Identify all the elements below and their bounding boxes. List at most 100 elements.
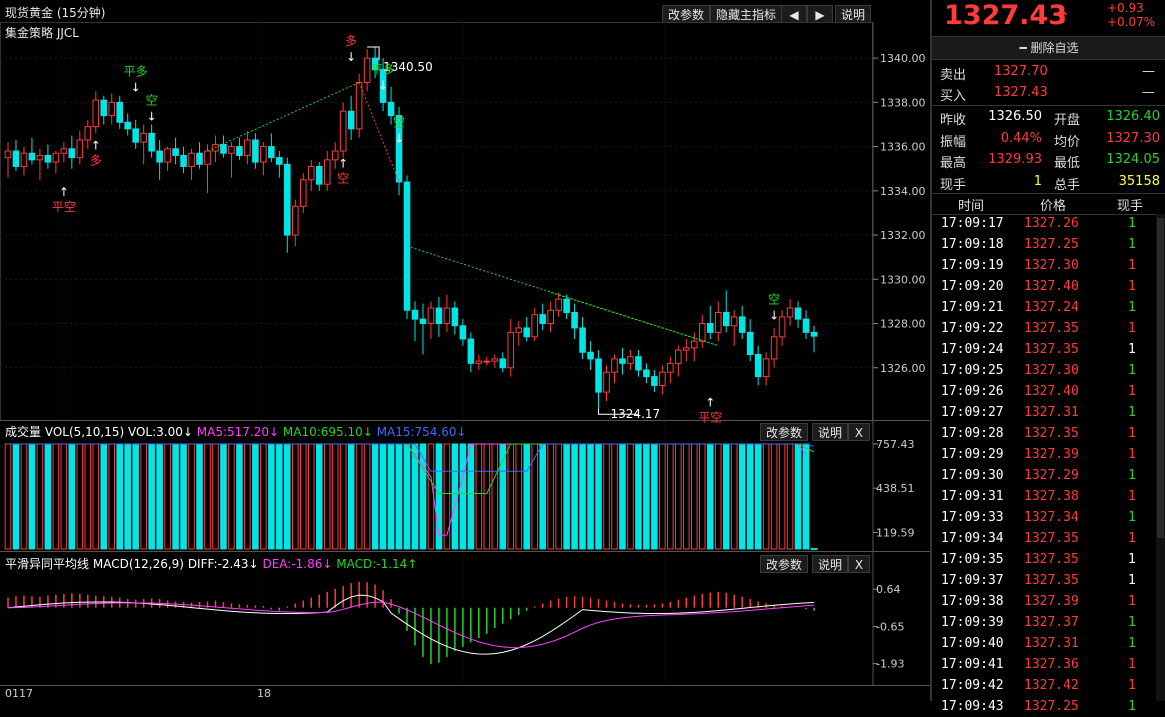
signal-label: 空 xyxy=(337,171,349,185)
tick-price: 1327.29 xyxy=(1024,468,1079,483)
candle-body xyxy=(643,369,650,378)
minus-icon: ━ xyxy=(1019,41,1031,55)
volume-bar xyxy=(315,443,323,550)
tick-time: 17:09:24 xyxy=(941,342,1004,357)
volume-value: VOL:3.00↓ xyxy=(127,425,193,439)
diff-line xyxy=(7,594,815,655)
tick-qty: 1 xyxy=(1128,279,1136,294)
scrollbar[interactable] xyxy=(1156,214,1165,701)
stat-row: 现手 1 总手 35158 xyxy=(932,172,1165,193)
price-chart[interactable]: 1340.00 1338.00 1336.00 1334.00 1332.00 1330.… xyxy=(0,0,931,701)
tick-row: 17:09:28 1327.35 1 xyxy=(932,423,1152,444)
tick-time: 17:09:22 xyxy=(941,321,1004,336)
tick-time: 17:09:19 xyxy=(941,258,1004,273)
macd-header: 平滑异同平均线 MACD(12,26,9) DIFF:-2.43↓ DEA:-1… xyxy=(5,555,417,572)
volume-bar xyxy=(299,443,307,550)
tick-time: 17:09:42 xyxy=(941,678,1004,693)
candle-body xyxy=(12,150,20,167)
macd-params-button[interactable]: 改参数 xyxy=(760,555,809,573)
candle-body xyxy=(754,353,762,378)
candle-body xyxy=(515,327,523,333)
down-arrow-icon: ↓ xyxy=(147,109,157,123)
volume-bar xyxy=(635,443,642,550)
price-tick-label: 1326.00 xyxy=(880,362,926,375)
candle-body xyxy=(100,99,108,117)
candle-body xyxy=(36,154,44,161)
tick-price: 1327.37 xyxy=(1024,615,1079,630)
tick-price: 1327.39 xyxy=(1024,594,1079,609)
tick-row: 17:09:34 1327.35 1 xyxy=(932,528,1152,549)
candle-body xyxy=(315,165,323,185)
volume-bar xyxy=(507,443,515,550)
tick-qty: 1 xyxy=(1128,447,1136,462)
candle-body xyxy=(44,154,52,163)
candle-body xyxy=(770,336,778,360)
volume-bar xyxy=(651,443,658,550)
stat-label: 总手 xyxy=(1054,177,1081,193)
volume-bar xyxy=(683,443,690,550)
sell-price: 1327.70 xyxy=(994,64,1048,79)
tick-qty: 1 xyxy=(1128,678,1136,693)
tick-row: 17:09:20 1327.40 1 xyxy=(932,276,1152,297)
volume-bar xyxy=(212,443,219,550)
volume-params-button[interactable]: 改参数 xyxy=(760,423,809,441)
tick-row: 17:09:27 1327.31 1 xyxy=(932,402,1152,423)
down-arrow-icon: ↓ xyxy=(769,309,779,323)
ma5-value: MA5:517.20↓ xyxy=(196,425,280,439)
candle-body xyxy=(323,159,331,185)
volume-bar xyxy=(331,443,339,550)
volume-bar xyxy=(722,443,730,550)
tick-qty: 1 xyxy=(1128,384,1136,399)
candle-body xyxy=(172,148,179,156)
volume-bar xyxy=(180,443,187,550)
tick-row: 17:09:35 1327.35 1 xyxy=(932,549,1152,570)
volume-bar xyxy=(467,443,475,550)
volume-help-button[interactable]: 说明 xyxy=(812,423,849,441)
stat-label: 开盘 xyxy=(1054,113,1081,128)
delete-watchlist-button[interactable]: ━ 删除自选 xyxy=(932,36,1165,60)
volume-bar xyxy=(196,443,203,550)
candle-body xyxy=(579,327,586,353)
volume-bar xyxy=(595,443,602,550)
volume-bar xyxy=(667,443,674,550)
volume-bar xyxy=(603,443,610,550)
tick-qty: 1 xyxy=(1128,489,1136,504)
volume-bar xyxy=(12,443,20,550)
scrollbar-thumb[interactable] xyxy=(1157,218,1164,538)
diff-value: DIFF:-2.43↓ xyxy=(187,557,259,571)
delete-watchlist-label: 删除自选 xyxy=(1030,41,1079,55)
candle-body xyxy=(706,323,714,333)
volume-bar xyxy=(427,443,435,550)
candle-body xyxy=(611,358,618,373)
volume-bar xyxy=(786,443,794,550)
candle-body xyxy=(675,349,682,364)
sell-label: 卖出 xyxy=(940,68,967,83)
low-label: 1324.17 xyxy=(611,407,661,421)
candle-body xyxy=(276,157,283,165)
candle-body xyxy=(28,152,36,161)
ticks-header-price: 价格 xyxy=(1040,199,1067,214)
candle-body xyxy=(619,358,626,364)
candle-body xyxy=(339,110,347,152)
tick-price: 1327.31 xyxy=(1024,636,1079,651)
volume-bar xyxy=(579,443,586,550)
signal-label: 空 xyxy=(768,293,780,307)
candle-body xyxy=(802,318,810,333)
volume-bar xyxy=(810,548,818,551)
tick-price: 1327.38 xyxy=(1024,489,1079,504)
tick-time: 17:09:33 xyxy=(941,510,1004,525)
tick-time: 17:09:25 xyxy=(941,363,1004,378)
candle-body xyxy=(531,314,538,338)
tick-price: 1327.26 xyxy=(1024,216,1079,231)
candle-body xyxy=(451,307,459,327)
volume-bar xyxy=(148,443,155,550)
tick-price: 1327.35 xyxy=(1024,552,1079,567)
candle-body xyxy=(363,57,371,83)
macd-help-button[interactable]: 说明 xyxy=(812,555,849,573)
macd-close-button[interactable]: X xyxy=(848,555,870,573)
tick-time: 17:09:35 xyxy=(941,552,1004,567)
volume-bar xyxy=(339,443,347,550)
tick-price: 1327.36 xyxy=(1024,657,1079,672)
volume-close-button[interactable]: X xyxy=(848,423,870,441)
last-price: 1327.43 xyxy=(944,0,1067,31)
